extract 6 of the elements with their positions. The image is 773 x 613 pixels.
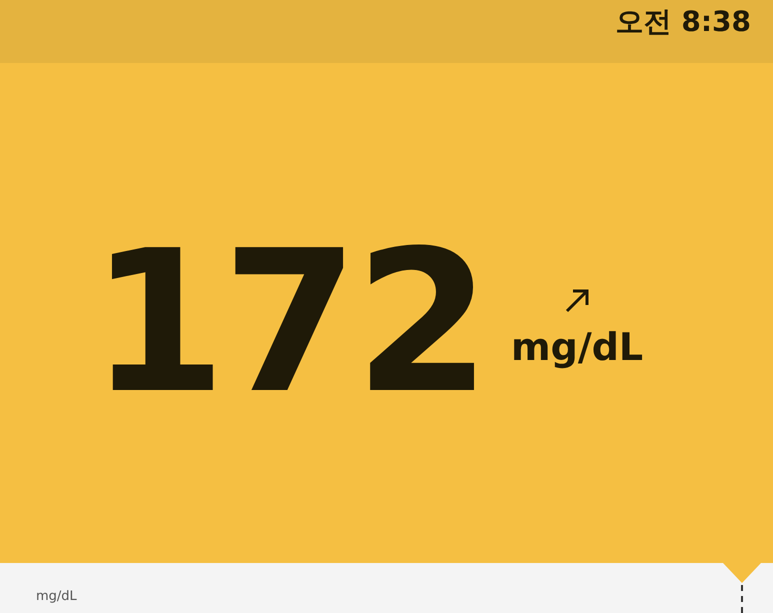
axis-unit-label: mg/dL: [36, 589, 77, 604]
time-marker-line: [741, 585, 743, 613]
status-time: 오전 8:38: [616, 4, 751, 40]
glucose-unit: mg/dL: [511, 325, 644, 369]
glucose-value: 172: [90, 225, 488, 421]
trend-arrow-icon: [563, 287, 592, 315]
